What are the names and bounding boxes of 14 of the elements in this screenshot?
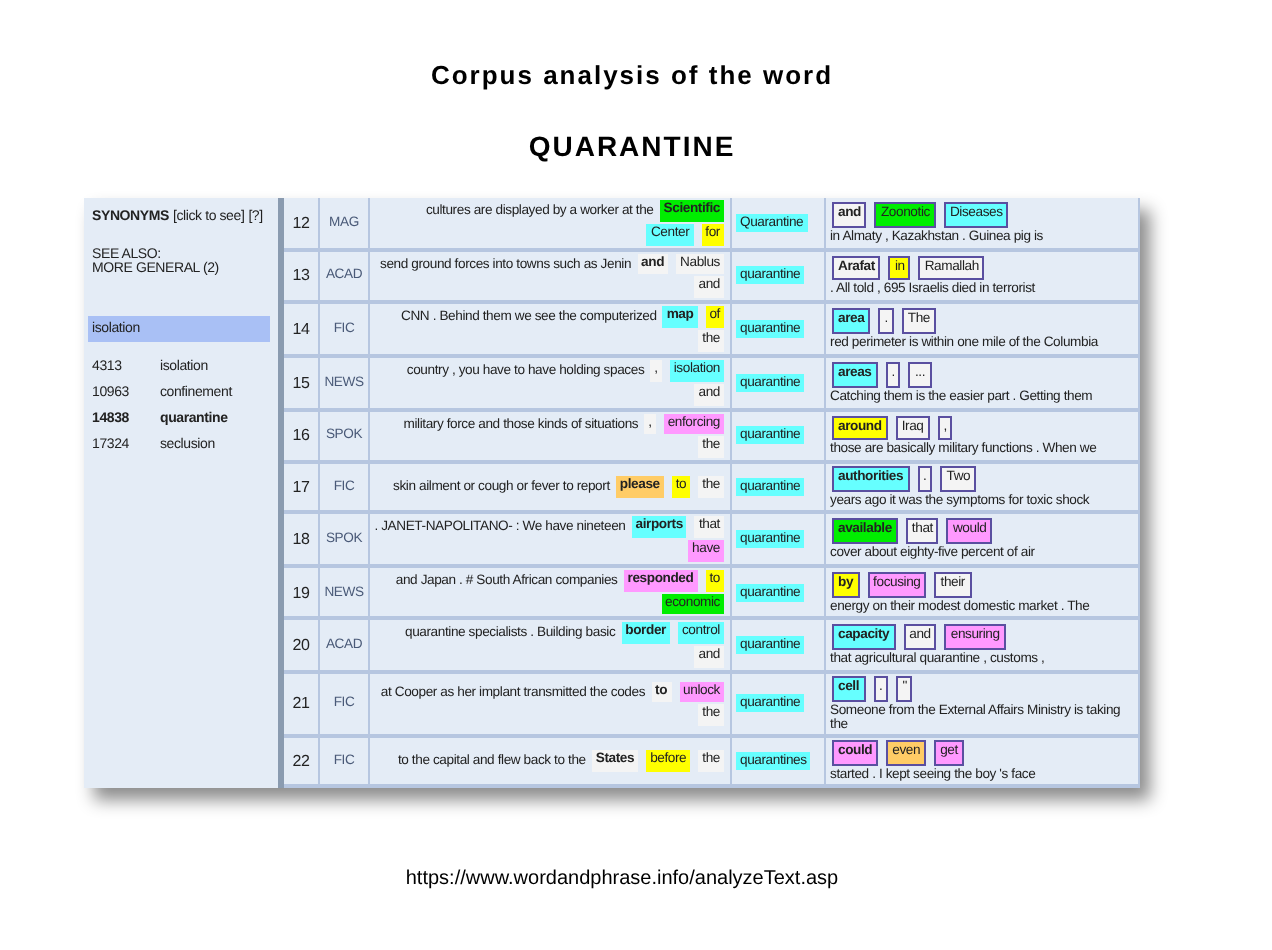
row-number: 12 [284,198,320,252]
row-number: 22 [284,737,320,788]
row-number: 16 [284,411,320,465]
row-number: 15 [284,357,320,412]
row-number: 18 [284,514,320,568]
slide-title: Corpus analysis of the word [430,60,834,90]
source-url: https://www.wordandphrase.info/analyzeText.asp [405,867,839,890]
row-number: 17 [284,464,320,515]
row-number: 14 [284,304,320,358]
row-number: 20 [284,620,320,675]
row-number: 21 [284,674,320,738]
row-number: 13 [284,251,320,305]
slide-subtitle: QUARANTINE [528,130,736,162]
row-number: 19 [284,567,320,621]
